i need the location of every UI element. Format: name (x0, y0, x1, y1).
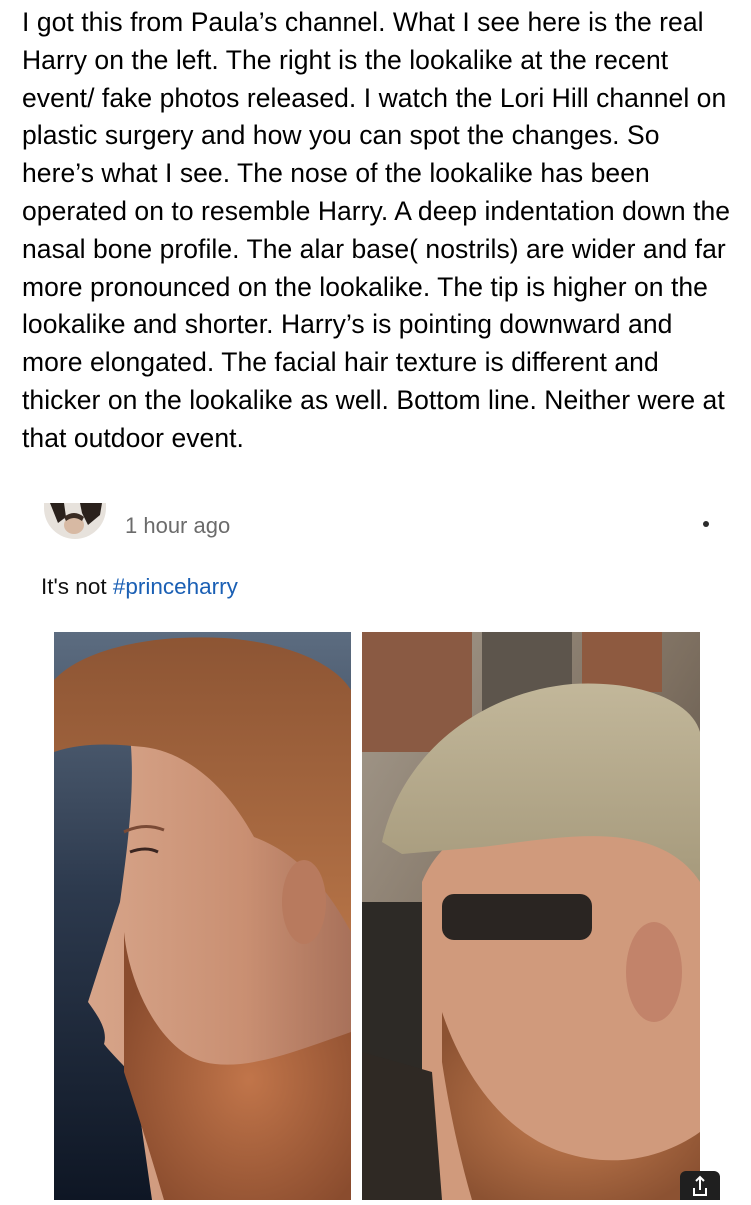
comment-text-prefix: It's not (41, 574, 113, 599)
comment-text: It's not #princeharry (41, 574, 238, 600)
comparison-photo-right[interactable] (362, 632, 700, 1200)
hashtag-link[interactable]: #princeharry (113, 574, 238, 599)
post-text: I got this from Paula’s channel. What I … (22, 7, 731, 453)
comment-timestamp: 1 hour ago (125, 513, 231, 538)
avatar[interactable] (44, 503, 106, 539)
comment-header: 1 hour ago (0, 503, 751, 551)
more-options-icon[interactable] (703, 521, 709, 527)
comparison-photo-left[interactable] (54, 632, 351, 1200)
share-icon[interactable] (680, 1171, 720, 1200)
